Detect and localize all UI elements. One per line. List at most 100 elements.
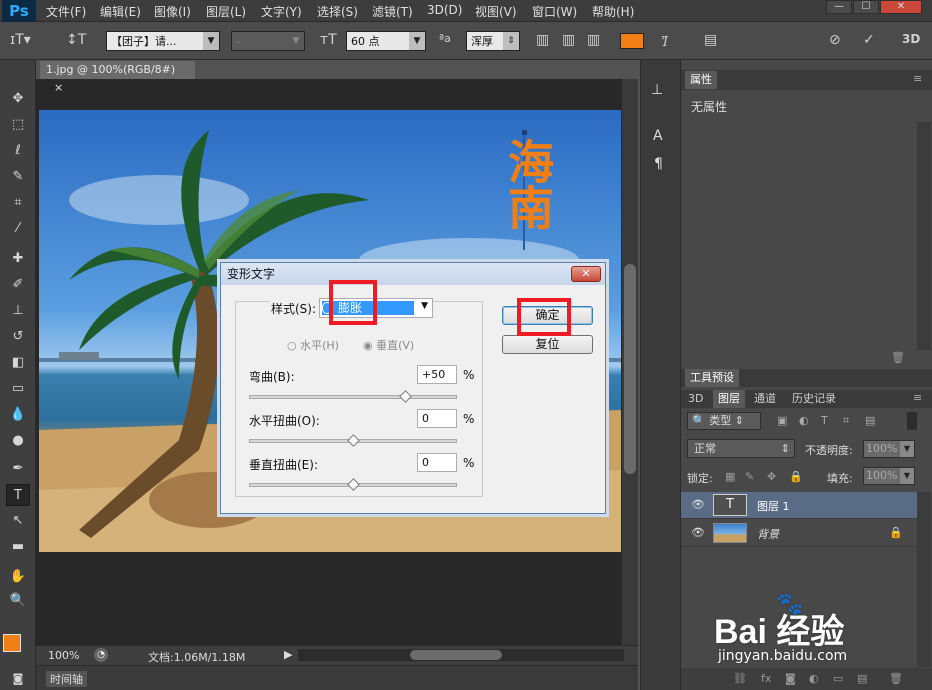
canvas-vertical-scrollbar[interactable] [622, 79, 638, 645]
text-color-swatch[interactable] [620, 33, 644, 49]
menu-layer[interactable]: 图层(L) [206, 3, 246, 20]
gradient-tool-icon[interactable]: ▭ [6, 378, 30, 400]
filter-smart-object-icon[interactable]: ▤ [865, 414, 875, 427]
cancel-icon[interactable]: ⊘ [829, 32, 841, 48]
menu-view[interactable]: 视图(V) [475, 3, 517, 20]
vertical-distortion-input[interactable]: 0 [417, 453, 457, 472]
bend-input[interactable]: +50 [417, 365, 457, 384]
scrollbar-thumb[interactable] [410, 650, 502, 660]
layer-name[interactable]: 图层 1 [757, 498, 790, 514]
foreground-color-swatch[interactable] [3, 634, 21, 652]
visibility-eye-icon[interactable]: 👁 [691, 498, 705, 511]
menu-image[interactable]: 图像(I) [154, 3, 191, 20]
marquee-tool-icon[interactable]: ⬚ [6, 114, 30, 136]
close-tab-icon[interactable]: × [54, 81, 63, 94]
menu-select[interactable]: 选择(S) [317, 3, 358, 20]
type-tool-preset-icon[interactable]: ɪT▾ [10, 32, 31, 48]
status-menu-icon[interactable]: ◔ [94, 648, 108, 662]
quick-mask-icon[interactable]: ◙ [6, 668, 30, 690]
layer-filter-select[interactable]: 🔍 类型 ⇕ [687, 412, 761, 430]
timeline-tab[interactable]: 时间轴 [46, 671, 87, 687]
history-panel-icon[interactable]: ⊥ [651, 82, 663, 98]
menu-3d[interactable]: 3D(D) [427, 3, 462, 17]
rectangle-tool-icon[interactable]: ▬ [6, 536, 30, 558]
panel-menu-icon[interactable]: ≡ [913, 72, 922, 85]
tab-history[interactable]: 历史记录 [787, 390, 841, 408]
brush-tool-icon[interactable]: ✐ [6, 274, 30, 296]
path-select-tool-icon[interactable]: ↖ [6, 510, 30, 532]
toggle-orientation-icon[interactable]: ↕T [66, 32, 86, 48]
menu-filter[interactable]: 滤镜(T) [372, 3, 413, 20]
pen-tool-icon[interactable]: ✒ [6, 458, 30, 480]
paragraph-panel-icon[interactable]: ¶ [654, 156, 663, 172]
warp-text-icon[interactable]: Ꞽ [662, 32, 667, 51]
zoom-level[interactable]: 100% [48, 649, 79, 662]
filter-type-icon[interactable]: T [821, 414, 828, 427]
properties-scrollbar[interactable] [917, 122, 931, 350]
document-tab[interactable]: 1.jpg @ 100%(RGB/8#) × [40, 61, 195, 94]
antialias-select[interactable]: 浑厚 ⇕ [466, 31, 520, 51]
delete-layer-icon[interactable]: 🗑 [889, 672, 903, 685]
font-size-select[interactable]: 60 点 ▼ [346, 31, 426, 51]
menu-type[interactable]: 文字(Y) [261, 3, 302, 20]
new-layer-icon[interactable]: ▤ [857, 672, 867, 685]
vertical-distortion-slider[interactable] [249, 478, 457, 491]
horizontal-distortion-slider[interactable] [249, 434, 457, 447]
layer-style-icon[interactable]: fx [761, 672, 771, 685]
align-right-icon[interactable]: ▥ [587, 32, 600, 48]
font-family-select[interactable]: 【团子】请... ▼ [106, 31, 220, 51]
adjustment-layer-icon[interactable]: ◐ [809, 672, 819, 685]
scrollbar-thumb[interactable] [624, 264, 636, 474]
reset-button[interactable]: 复位 [502, 335, 593, 354]
bend-slider[interactable] [249, 390, 457, 403]
fill-input[interactable]: 100% ▼ [863, 467, 915, 485]
hand-tool-icon[interactable]: ✋ [6, 566, 30, 588]
horizontal-radio[interactable]: ○ 水平(H) [287, 337, 339, 353]
maximize-button[interactable]: ☐ [853, 0, 879, 14]
font-style-select[interactable]: - ▼ [231, 31, 305, 51]
chevron-down-icon[interactable]: ▼ [900, 441, 914, 457]
dialog-close-button[interactable]: ✕ [571, 266, 601, 282]
new-group-icon[interactable]: ▭ [833, 672, 843, 685]
align-center-icon[interactable]: ▥ [562, 32, 575, 48]
close-window-button[interactable]: ✕ [880, 0, 922, 14]
visibility-eye-icon[interactable]: 👁 [691, 526, 705, 539]
lock-transparent-icon[interactable]: ▦ [725, 470, 735, 483]
layer-mask-icon[interactable]: ◙ [785, 672, 796, 685]
clone-stamp-tool-icon[interactable]: ⊥ [6, 300, 30, 322]
lock-position-icon[interactable]: ✥ [767, 470, 776, 483]
eraser-tool-icon[interactable]: ◧ [6, 352, 30, 374]
lock-pixels-icon[interactable]: ✎ [745, 470, 754, 483]
menu-window[interactable]: 窗口(W) [532, 3, 577, 20]
blur-tool-icon[interactable]: 💧 [6, 404, 30, 426]
trash-icon[interactable]: 🗑 [891, 351, 905, 364]
menu-file[interactable]: 文件(F) [46, 3, 86, 20]
quick-select-tool-icon[interactable]: ✎ [6, 166, 30, 188]
layer-name[interactable]: 背景 [757, 526, 779, 542]
link-layers-icon[interactable]: ⛓ [733, 672, 747, 685]
menu-help[interactable]: 帮助(H) [592, 3, 634, 20]
blend-mode-select[interactable]: 正常 ⇕ [687, 439, 795, 458]
chevron-down-icon[interactable]: ▼ [900, 468, 914, 484]
filter-toggle-switch[interactable] [907, 412, 917, 430]
horizontal-scrollbar[interactable] [298, 649, 624, 661]
tab-properties[interactable]: 属性 [685, 71, 717, 89]
tab-tool-presets[interactable]: 工具预设 [685, 369, 739, 387]
vertical-text-layer[interactable]: 海南 [497, 138, 557, 230]
tab-layers[interactable]: 图层 [713, 390, 745, 408]
lasso-tool-icon[interactable]: ℓ [6, 140, 30, 162]
vertical-radio[interactable]: ◉ 垂直(V) [363, 337, 414, 353]
3d-button[interactable]: 3D [902, 32, 920, 46]
move-tool-icon[interactable]: ✥ [6, 88, 30, 110]
layer-row-background[interactable]: 👁 背景 🔒 [681, 520, 917, 547]
healing-brush-tool-icon[interactable]: ✚ [6, 248, 30, 270]
status-arrow-icon[interactable]: ▶ [284, 648, 292, 661]
lock-all-icon[interactable]: 🔒 [789, 470, 803, 483]
eyedropper-tool-icon[interactable]: ⁄ [6, 218, 30, 240]
dodge-tool-icon[interactable]: ● [6, 430, 30, 452]
align-left-icon[interactable]: ▥ [536, 32, 549, 48]
minimize-button[interactable]: — [826, 0, 852, 14]
filter-adjustment-icon[interactable]: ◐ [799, 414, 809, 427]
zoom-tool-icon[interactable]: 🔍 [6, 590, 30, 612]
tab-3d[interactable]: 3D [683, 390, 708, 408]
